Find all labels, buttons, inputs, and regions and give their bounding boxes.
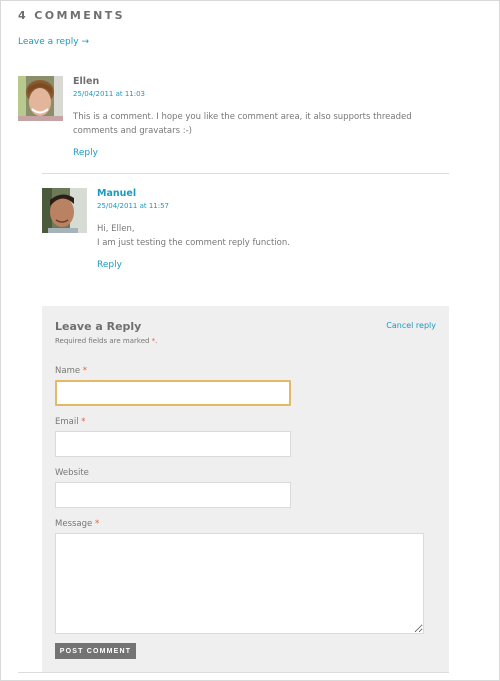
reply-link[interactable]: Reply [97, 260, 122, 270]
comment-body-line: Hi, Ellen, [97, 224, 135, 234]
avatar [18, 76, 63, 121]
required-note-text: Required fields are marked [55, 337, 152, 345]
required-marker: * [94, 519, 100, 529]
website-label: Website [55, 468, 89, 478]
comment-body: This is a comment. I hope you like the c… [73, 110, 412, 138]
cancel-reply-link[interactable]: Cancel reply [386, 321, 436, 330]
name-label: Name * [55, 366, 87, 376]
section-divider [18, 672, 449, 673]
comment-author: Ellen [73, 76, 100, 87]
email-input[interactable] [55, 431, 291, 457]
avatar-ellen-icon [18, 76, 63, 121]
email-label: Email * [55, 417, 86, 427]
message-textarea[interactable] [55, 533, 424, 634]
leave-reply-link[interactable]: Leave a reply → [18, 37, 89, 47]
comment-body-line: This is a comment. I hope you like the c… [73, 112, 412, 122]
reply-form: Leave a Reply Cancel reply Required fiel… [42, 306, 449, 672]
required-marker: * [81, 417, 86, 427]
required-marker: * [82, 366, 88, 376]
comment-item: Ellen 25/04/2011 at 11:03 This is a comm… [18, 76, 449, 174]
post-comment-button[interactable]: POST COMMENT [55, 643, 136, 659]
comments-count-heading: 4 COMMENTS [18, 9, 125, 22]
reply-form-title: Leave a Reply [55, 320, 142, 333]
required-fields-note: Required fields are marked *. [55, 337, 157, 345]
comment-body-line: comments and gravatars :-) [73, 126, 192, 136]
name-input[interactable] [55, 380, 291, 406]
comment-body: Hi, Ellen, I am just testing the comment… [97, 222, 290, 250]
website-input[interactable] [55, 482, 291, 508]
message-label: Message * [55, 519, 99, 529]
comment-date-link[interactable]: 25/04/2011 at 11:57 [97, 202, 169, 210]
avatar-manuel-icon [42, 188, 87, 233]
reply-link[interactable]: Reply [73, 148, 98, 158]
comment-item-reply: Manuel 25/04/2011 at 11:57 Hi, Ellen, I … [42, 188, 449, 278]
name-label-text: Name [55, 366, 81, 376]
comment-divider [42, 173, 449, 174]
required-note-suffix: . [155, 337, 158, 345]
email-label-text: Email [55, 417, 79, 427]
message-label-text: Message [55, 519, 93, 529]
comment-date-link[interactable]: 25/04/2011 at 11:03 [73, 90, 145, 98]
comment-author-link[interactable]: Manuel [97, 188, 136, 199]
comment-body-line: I am just testing the comment reply func… [97, 238, 290, 248]
avatar [42, 188, 87, 233]
